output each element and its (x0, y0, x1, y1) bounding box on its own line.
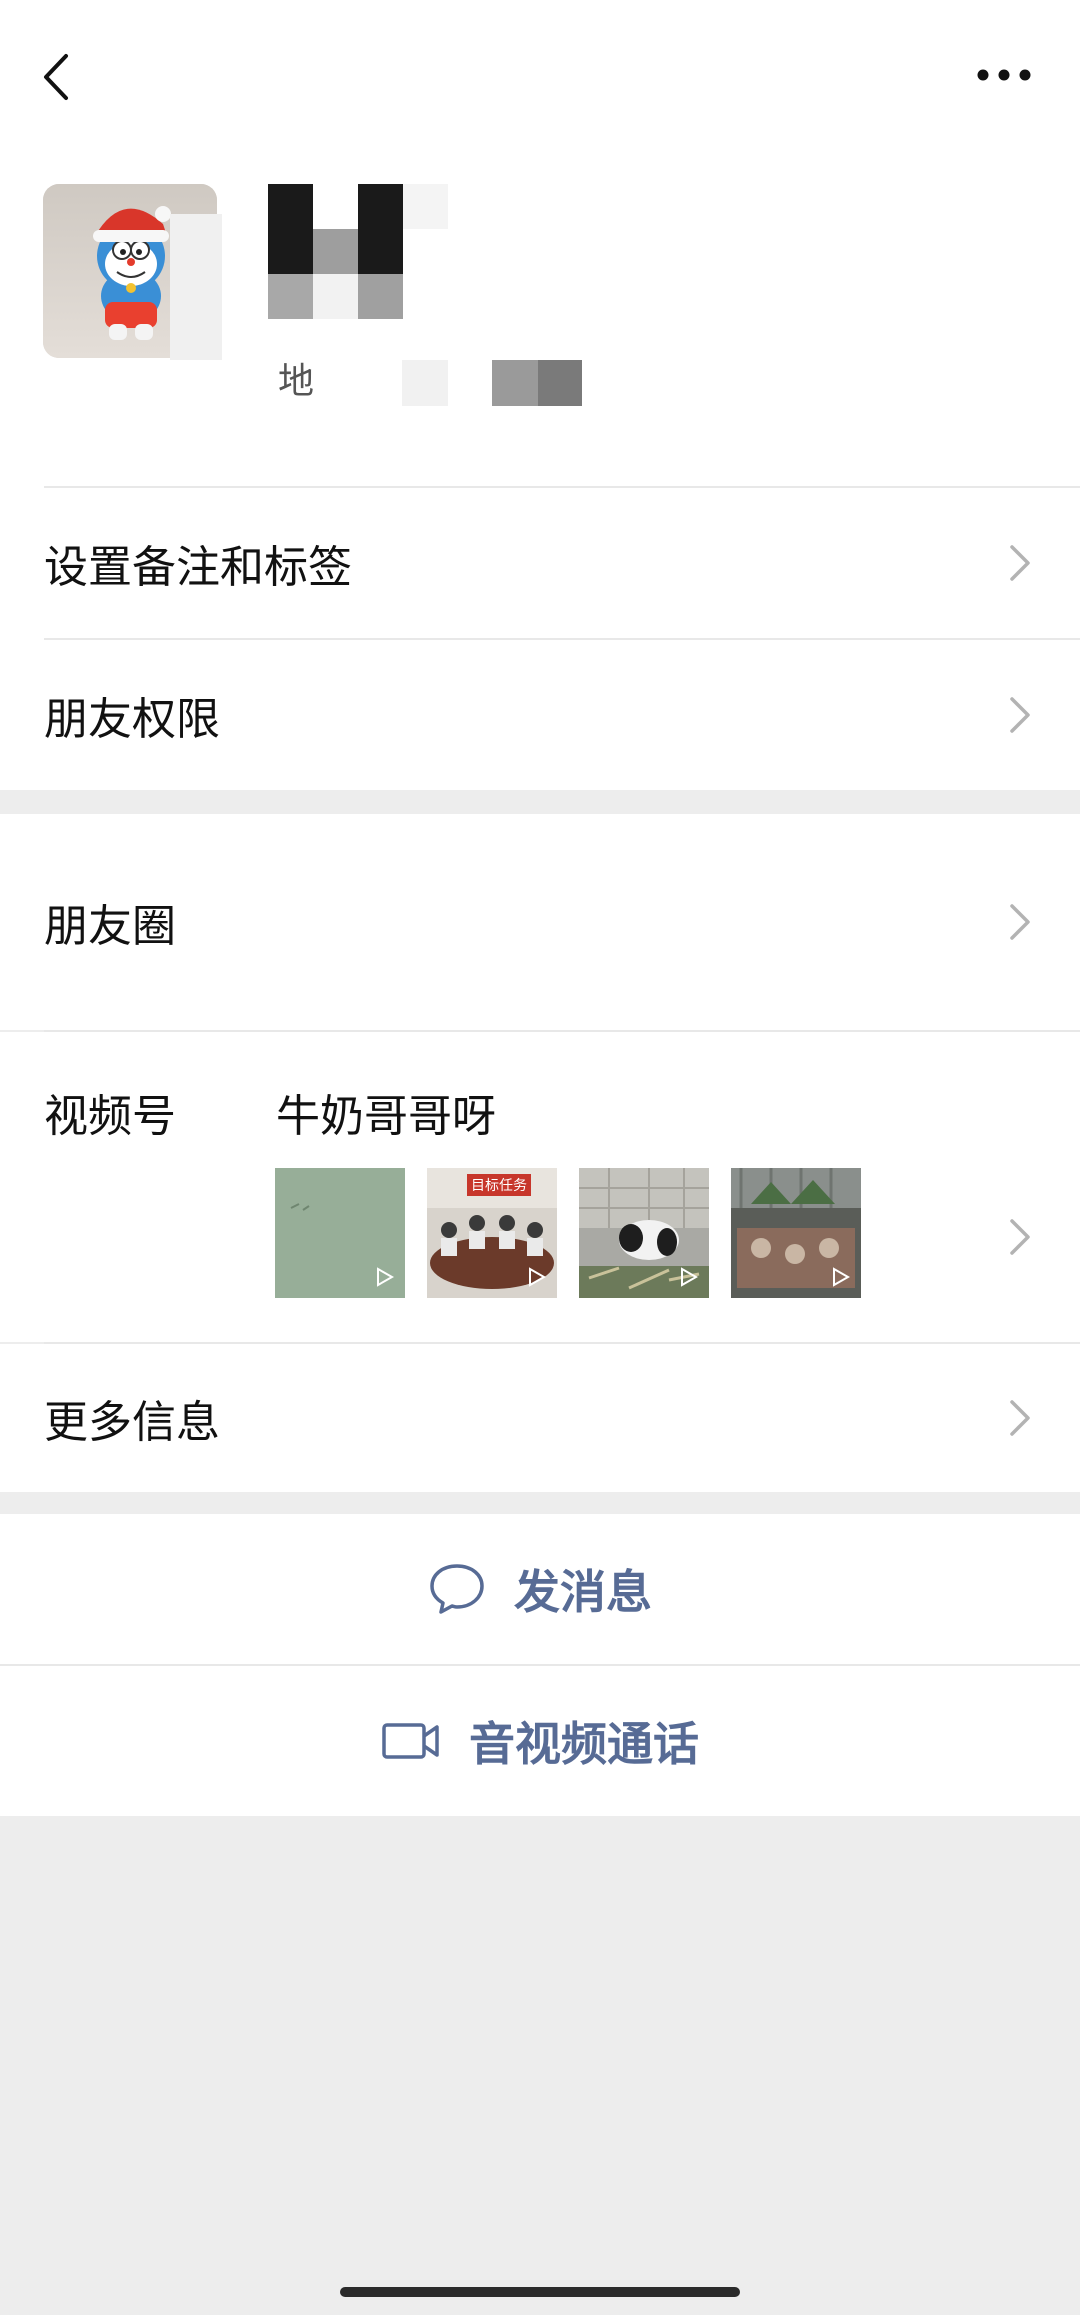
row-label: 更多信息 (44, 1397, 220, 1448)
channels-video-thumbnail[interactable]: 目标任务 (427, 1168, 557, 1298)
row-more-info[interactable]: 更多信息 (0, 1344, 1080, 1492)
chevron-right-icon (1010, 1400, 1030, 1436)
channels-account-name: 牛奶哥哥呀 (276, 1091, 496, 1142)
play-icon (529, 1267, 547, 1287)
back-button[interactable] (30, 42, 80, 112)
section-gap (0, 1492, 1080, 1514)
row-friend-permissions[interactable]: 朋友权限 (0, 640, 1080, 790)
av-call-button[interactable]: 音视频通话 (0, 1666, 1080, 1816)
row-label: 视频号 (44, 1091, 176, 1142)
chevron-right-icon (1010, 1219, 1030, 1255)
video-camera-icon (382, 1723, 439, 1759)
chat-bubble-icon (430, 1564, 484, 1614)
row-label: 设置备注和标签 (44, 542, 352, 593)
region-value-redacted (400, 360, 590, 406)
chevron-right-icon (1010, 904, 1030, 940)
region-label: 地 (278, 361, 315, 402)
chevron-right-icon (1010, 545, 1030, 581)
avatar-privacy-mask (170, 214, 222, 360)
play-icon (377, 1267, 395, 1287)
send-message-label: 发消息 (514, 1565, 652, 1619)
channels-video-thumbnail[interactable] (275, 1168, 405, 1298)
channels-video-thumbnail[interactable] (579, 1168, 709, 1298)
av-call-label: 音视频通话 (469, 1717, 699, 1771)
more-options-button[interactable] (964, 50, 1044, 100)
thumbnail-caption: 目标任务 (467, 1174, 531, 1196)
home-indicator[interactable] (340, 2287, 740, 2297)
play-icon (681, 1267, 699, 1287)
section-gap (0, 790, 1080, 814)
channels-video-thumbnail[interactable] (731, 1168, 861, 1298)
ellipsis-icon (977, 69, 1031, 81)
chevron-right-icon (1010, 697, 1030, 733)
row-label: 朋友圈 (44, 901, 176, 952)
nickname-redacted (268, 184, 448, 320)
row-label: 朋友权限 (44, 694, 220, 745)
chevron-left-icon (44, 54, 68, 100)
row-remark-tags[interactable]: 设置备注和标签 (0, 488, 1080, 638)
row-moments[interactable]: 朋友圈 (0, 814, 1080, 1030)
send-message-button[interactable]: 发消息 (0, 1514, 1080, 1664)
play-icon (833, 1267, 851, 1287)
